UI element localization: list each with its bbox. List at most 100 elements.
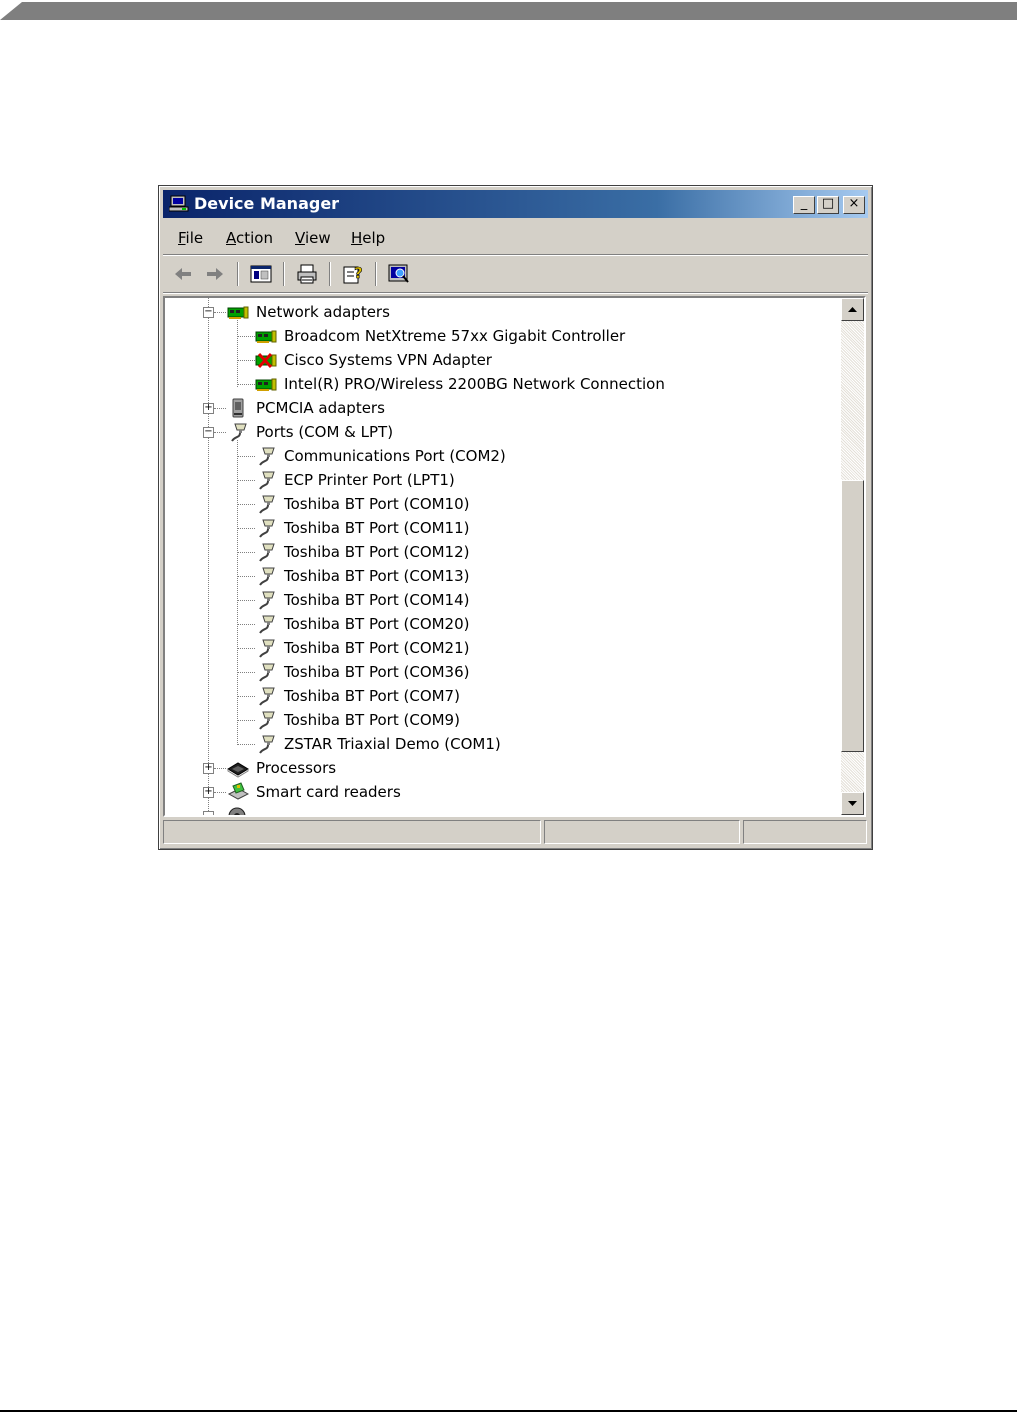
device-manager-window: Device Manager _ □ × File Action View He… (158, 185, 873, 850)
tree-node-broadcom-adapter[interactable]: Broadcom NetXtreme 57xx Gigabit Controll… (255, 324, 835, 348)
page-footer-rule (0, 1410, 1017, 1412)
title-bar[interactable]: Device Manager _ □ × (163, 190, 868, 218)
toolbar-separator (283, 262, 285, 286)
tree-node-port[interactable]: Toshiba BT Port (COM36) (255, 660, 815, 684)
device-tree[interactable]: − Network adapters Broadcom NetXtreme 57… (163, 296, 866, 817)
forward-arrow-icon[interactable] (203, 262, 227, 286)
tree-node-port[interactable]: Toshiba BT Port (COM13) (255, 564, 815, 588)
scroll-down-button[interactable] (841, 792, 864, 815)
scrollbar-thumb[interactable] (841, 480, 864, 752)
status-bar (163, 819, 868, 846)
tree-node-label: Toshiba BT Port (COM21) (284, 639, 470, 657)
tree-node-port[interactable]: Toshiba BT Port (COM10) (255, 492, 815, 516)
device-manager-app-icon (169, 195, 189, 212)
close-button[interactable]: × (843, 196, 865, 214)
toolbar: ? (163, 256, 868, 293)
ports-expander[interactable]: − (203, 427, 214, 438)
tree-guide-line (237, 648, 255, 649)
tree-guide-line (237, 336, 255, 337)
menu-help[interactable]: Help (351, 229, 385, 247)
help-properties-icon[interactable]: ? (341, 262, 365, 286)
tree-node-label: Toshiba BT Port (COM9) (284, 711, 460, 729)
smart-card-readers-expander[interactable]: + (203, 787, 214, 798)
tree-node-cisco-vpn-adapter[interactable]: Cisco Systems VPN Adapter (255, 348, 835, 372)
tree-node-ports[interactable]: Ports (COM & LPT) (227, 420, 827, 444)
tree-guide-line (214, 768, 226, 769)
scroll-up-button[interactable] (841, 298, 864, 321)
tree-node-network-adapters[interactable]: Network adapters (227, 300, 827, 324)
tree-node-port[interactable]: Toshiba BT Port (COM14) (255, 588, 815, 612)
back-arrow-icon[interactable] (171, 262, 195, 286)
port-connector-icon (231, 423, 247, 442)
tree-node-port[interactable]: Communications Port (COM2) (255, 444, 815, 468)
menu-action[interactable]: Action (226, 229, 273, 247)
tree-node-label: Ports (COM & LPT) (256, 423, 394, 441)
port-connector-icon (259, 615, 275, 634)
port-connector-icon (259, 687, 275, 706)
port-connector-icon (259, 543, 275, 562)
tree-node-port[interactable]: Toshiba BT Port (COM12) (255, 540, 815, 564)
show-hide-console-tree-icon[interactable] (249, 262, 273, 286)
tree-node-label: Toshiba BT Port (COM13) (284, 567, 470, 585)
port-connector-icon (259, 471, 275, 490)
tree-guide-line (237, 720, 255, 721)
tree-node-label: Toshiba BT Port (COM10) (284, 495, 470, 513)
tree-guide-line (237, 624, 255, 625)
tree-node-label: Network adapters (256, 303, 390, 321)
tree-node-port[interactable]: Toshiba BT Port (COM7) (255, 684, 815, 708)
print-icon[interactable] (295, 262, 319, 286)
tree-guide-line (214, 792, 226, 793)
tree-node-label: Processors (256, 759, 337, 777)
network-card-icon (255, 330, 277, 343)
tree-node-label: Intel(R) PRO/Wireless 2200BG Network Con… (284, 375, 665, 393)
minimize-button[interactable]: _ (793, 196, 815, 214)
menu-bar: File Action View Help (163, 220, 868, 255)
tree-guide-line (237, 576, 255, 577)
device-tree-content: − Network adapters Broadcom NetXtreme 57… (165, 298, 841, 815)
tree-guide-line (237, 480, 255, 481)
tree-guide-line (237, 696, 255, 697)
tree-node-smart-card-readers[interactable]: Smart card readers (227, 780, 827, 804)
status-pane-2 (544, 820, 740, 844)
arrow-down-icon (848, 801, 857, 806)
tree-node-port[interactable]: Toshiba BT Port (COM11) (255, 516, 815, 540)
port-connector-icon (259, 447, 275, 466)
smart-card-reader-icon (227, 782, 249, 800)
network-card-icon (255, 378, 277, 391)
tree-node-port[interactable]: ECP Printer Port (LPT1) (255, 468, 815, 492)
tree-guide-line (237, 360, 255, 361)
pcmcia-expander[interactable]: + (203, 403, 214, 414)
svg-text:?: ? (354, 264, 363, 282)
network-card-icon (227, 306, 249, 319)
toolbar-separator (375, 262, 377, 286)
status-pane-main (163, 820, 541, 844)
next-node-expander[interactable] (203, 811, 214, 815)
tree-node-port[interactable]: Toshiba BT Port (COM9) (255, 708, 815, 732)
port-connector-icon (259, 663, 275, 682)
tree-node-port[interactable]: ZSTAR Triaxial Demo (COM1) (255, 732, 815, 756)
tree-node-port[interactable]: Toshiba BT Port (COM21) (255, 636, 815, 660)
tree-guide-line (237, 320, 238, 387)
menu-file[interactable]: File (178, 229, 203, 247)
tree-node-intel-wireless[interactable]: Intel(R) PRO/Wireless 2200BG Network Con… (255, 372, 835, 396)
sound-device-icon (228, 807, 246, 815)
tree-node-pcmcia-adapters[interactable]: PCMCIA adapters (227, 396, 827, 420)
tree-node-label: ECP Printer Port (LPT1) (284, 471, 455, 489)
tree-node-label: Toshiba BT Port (COM12) (284, 543, 470, 561)
tree-node-processors[interactable]: Processors (227, 756, 827, 780)
tree-guide-line (214, 432, 226, 433)
network-adapters-expander[interactable]: − (203, 307, 214, 318)
processors-expander[interactable]: + (203, 763, 214, 774)
tree-node-label: Communications Port (COM2) (284, 447, 506, 465)
tree-guide-line (237, 384, 255, 385)
port-connector-icon (259, 591, 275, 610)
tree-node-label: Cisco Systems VPN Adapter (284, 351, 492, 369)
tree-node-label: Smart card readers (256, 783, 401, 801)
vertical-scrollbar[interactable] (841, 298, 864, 815)
maximize-button[interactable]: □ (817, 196, 839, 214)
tree-node-label: PCMCIA adapters (256, 399, 385, 417)
toolbar-separator (329, 262, 331, 286)
menu-view[interactable]: View (295, 229, 331, 247)
scan-hardware-icon[interactable] (387, 262, 411, 286)
tree-node-port[interactable]: Toshiba BT Port (COM20) (255, 612, 815, 636)
